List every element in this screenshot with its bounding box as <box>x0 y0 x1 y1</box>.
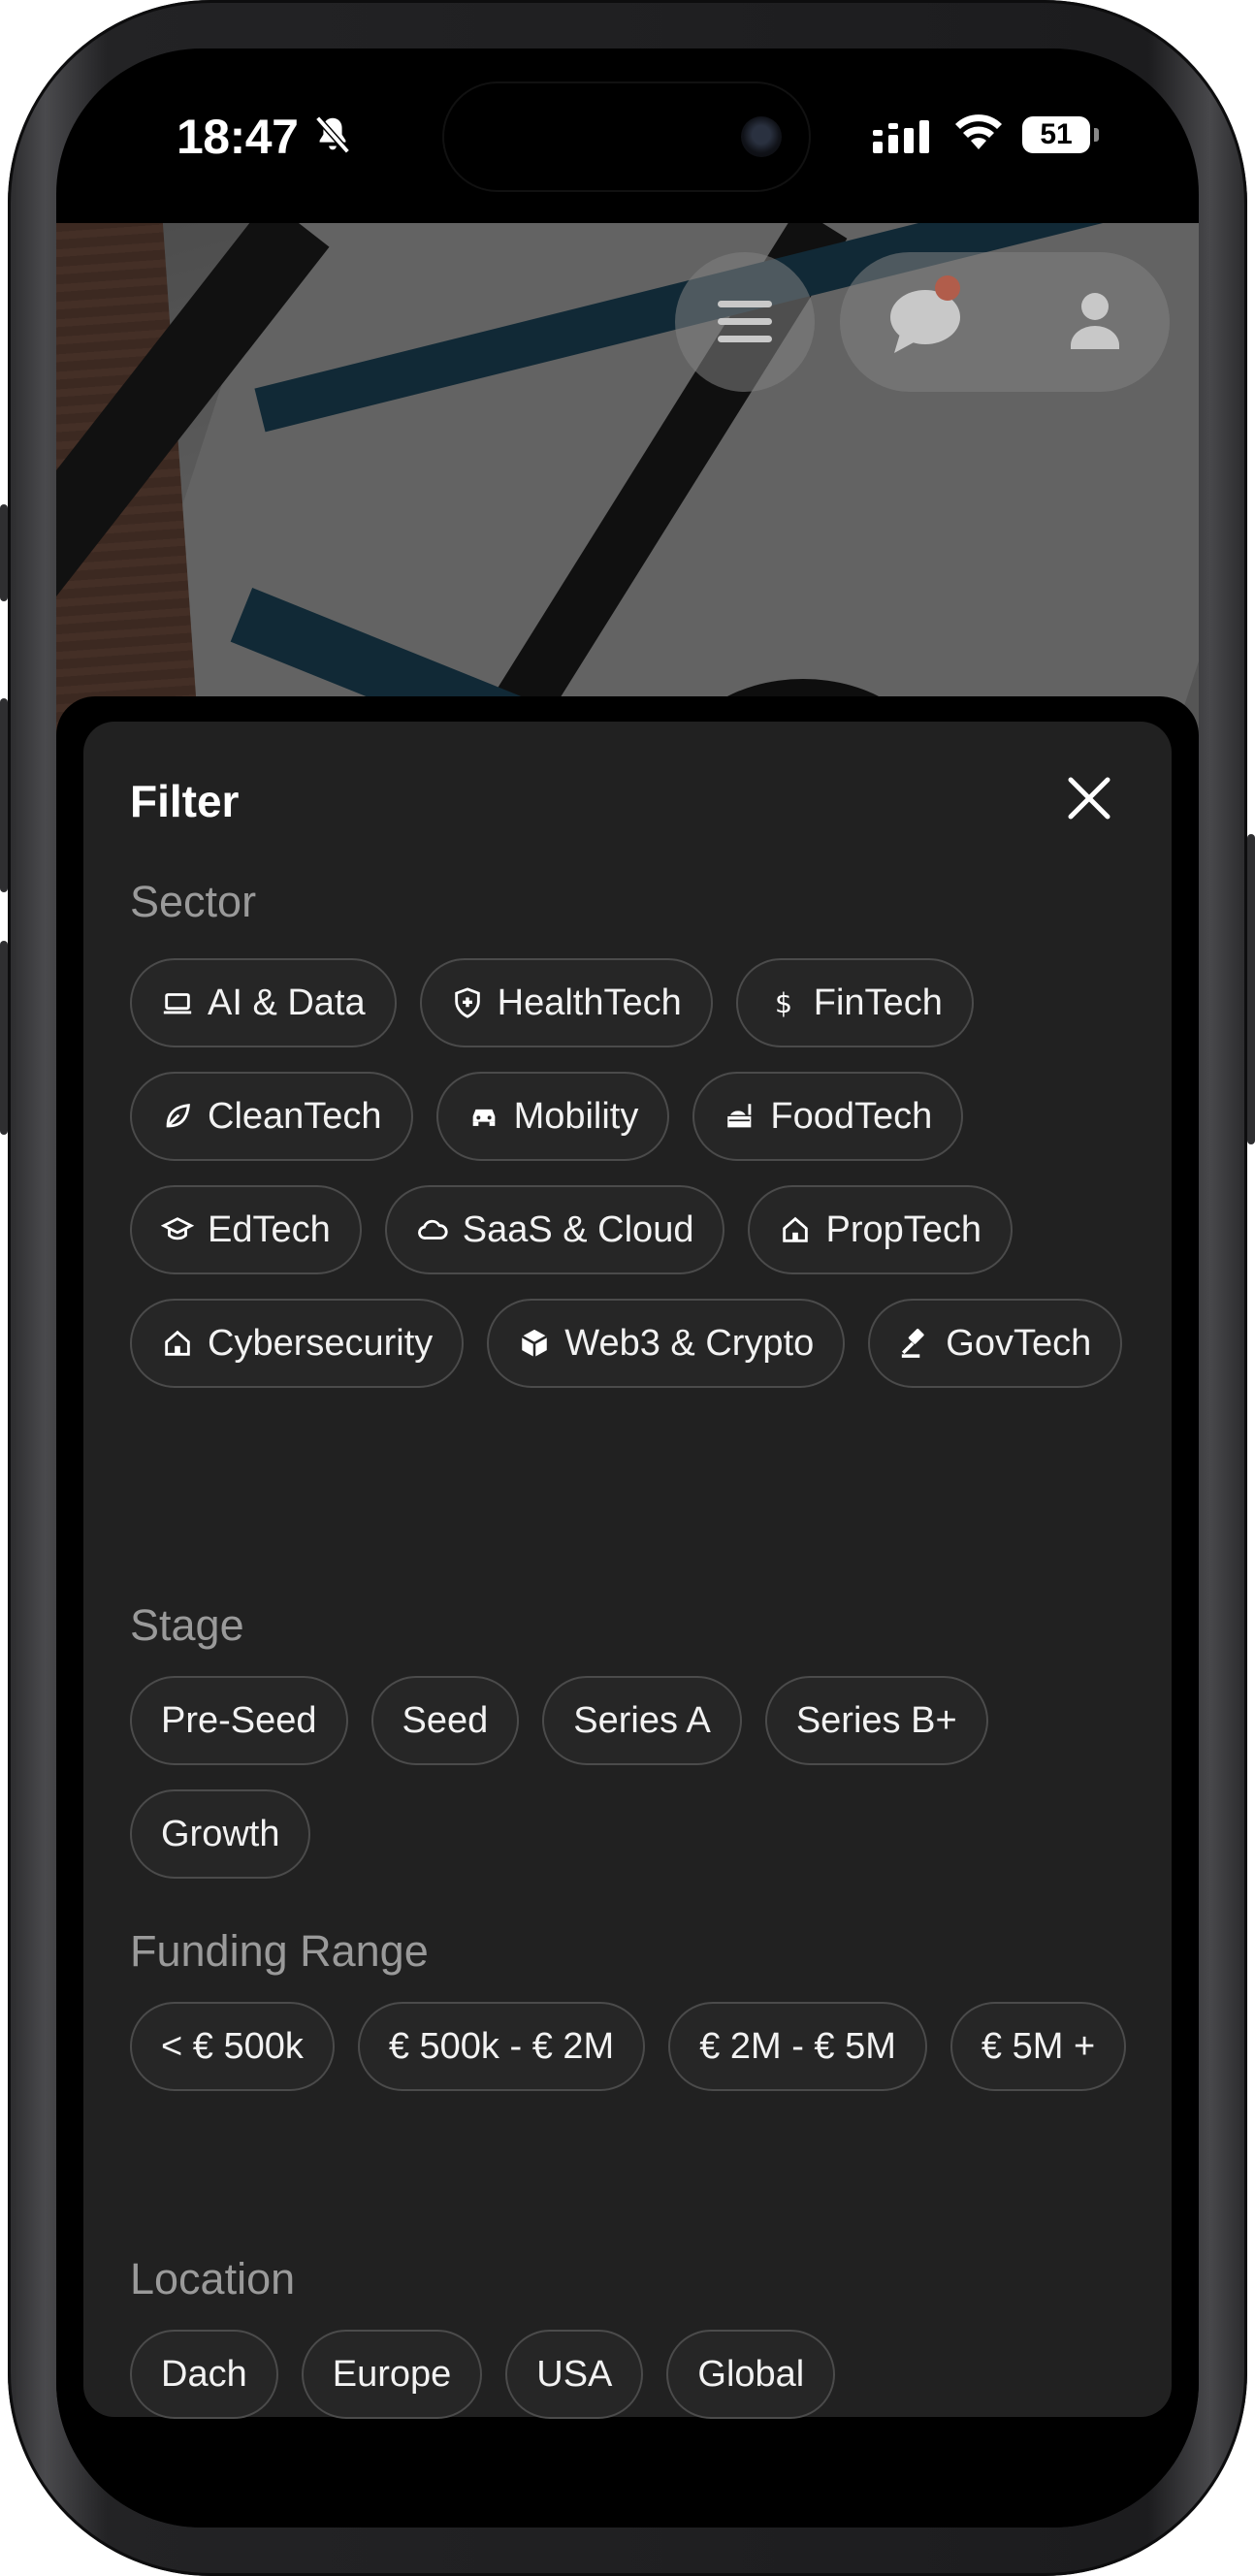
chip-label: FoodTech <box>770 1095 933 1137</box>
bell-muted-icon <box>315 115 350 154</box>
chip-saas-cloud[interactable]: SaaS & Cloud <box>384 1185 725 1274</box>
location-heading: Location <box>130 2254 296 2303</box>
chip-series-a[interactable]: Series A <box>542 1676 742 1765</box>
chip-proptech[interactable]: PropTech <box>748 1185 1014 1274</box>
user-icon[interactable] <box>1061 285 1129 357</box>
stage-heading: Stage <box>130 1600 244 1650</box>
chip-seed[interactable]: Seed <box>370 1676 520 1765</box>
chip-pre-seed[interactable]: Pre-Seed <box>130 1676 348 1765</box>
chip-label: CleanTech <box>208 1095 382 1137</box>
chip-govtech[interactable]: GovTech <box>868 1299 1123 1388</box>
chip-5m-plus[interactable]: € 5M + <box>949 2002 1127 2091</box>
location-chips: Dach Europe USA Global <box>130 2330 1129 2419</box>
cellular-signal-icon <box>873 120 929 153</box>
car-icon <box>472 1109 495 1126</box>
top-nav-pill <box>840 252 1170 392</box>
wifi-icon <box>955 114 1002 149</box>
chip-label: GovTech <box>946 1322 1092 1364</box>
chip-dach[interactable]: Dach <box>130 2330 278 2419</box>
chip-web3-crypto[interactable]: Web3 & Crypto <box>487 1299 846 1388</box>
chip-series-b-plus[interactable]: Series B+ <box>764 1676 988 1765</box>
chip-label: AI & Data <box>208 982 366 1023</box>
gavel-icon <box>902 1328 924 1358</box>
chip-label: Mobility <box>513 1095 639 1137</box>
chip-label: Web3 & Crypto <box>564 1322 815 1364</box>
close-icon[interactable] <box>1065 774 1113 822</box>
filter-title: Filter <box>130 776 240 826</box>
status-bar: 18:47 51 <box>56 48 1199 223</box>
chip-cleantech[interactable]: CleanTech <box>130 1072 413 1161</box>
action-button <box>0 504 8 601</box>
chip-under-500k[interactable]: < € 500k <box>130 2002 335 2091</box>
chip-edtech[interactable]: EdTech <box>130 1185 362 1274</box>
volume-up-button <box>0 698 8 892</box>
cloud-icon <box>417 1219 448 1240</box>
dollar-icon: $ <box>775 987 792 1019</box>
graduation-cap-icon <box>161 1217 194 1240</box>
chip-2m-5m[interactable]: € 2M - € 5M <box>668 2002 927 2091</box>
chip-usa[interactable]: USA <box>505 2330 644 2419</box>
chip-healthtech[interactable]: HealthTech <box>419 958 713 1047</box>
battery-icon: 51 <box>1022 116 1090 153</box>
chip-cybersecurity[interactable]: Cybersecurity <box>130 1299 465 1388</box>
chip-label: HealthTech <box>497 982 682 1023</box>
chip-ai-data[interactable]: AI & Data <box>130 958 397 1047</box>
phone-screen: 18:47 51 Filter Sector AI & Data HealthT… <box>56 48 1199 2528</box>
funding-heading: Funding Range <box>130 1926 429 1976</box>
stage-chips: Pre-Seed Seed Series A Series B+ Growth <box>130 1676 1129 1879</box>
sector-chips: AI & Data HealthTech $ FinTech CleanTech… <box>130 958 1129 1388</box>
cube-icon <box>521 1329 548 1358</box>
menu-button[interactable] <box>675 252 815 392</box>
chip-mobility[interactable]: Mobility <box>435 1072 670 1161</box>
chip-growth[interactable]: Growth <box>130 1789 311 1879</box>
status-time: 18:47 <box>177 110 299 164</box>
funding-chips: < € 500k € 500k - € 2M € 2M - € 5M € 5M … <box>130 2002 1129 2091</box>
laptop-icon <box>163 993 192 1014</box>
sector-heading: Sector <box>130 877 257 926</box>
house-icon <box>165 1330 190 1356</box>
chip-500k-2m[interactable]: € 500k - € 2M <box>357 2002 646 2091</box>
chip-label: SaaS & Cloud <box>462 1208 694 1250</box>
volume-down-button <box>0 941 8 1135</box>
camera-icon <box>741 116 782 157</box>
food-icon <box>727 1104 752 1128</box>
leaf-icon <box>166 1104 190 1128</box>
health-shield-icon <box>454 987 480 1018</box>
dynamic-island <box>444 83 809 190</box>
filter-sheet: Filter Sector AI & Data HealthTech $ Fin… <box>83 722 1172 2419</box>
chip-label: FinTech <box>813 982 943 1023</box>
chip-europe[interactable]: Europe <box>301 2330 483 2419</box>
chip-label: EdTech <box>208 1208 331 1250</box>
chip-fintech[interactable]: $ FinTech <box>735 958 974 1047</box>
chip-global[interactable]: Global <box>666 2330 836 2419</box>
battery-tip <box>1094 128 1099 142</box>
chip-foodtech[interactable]: FoodTech <box>692 1072 964 1161</box>
power-button <box>1247 834 1255 1144</box>
svg-text:$: $ <box>775 987 792 1019</box>
notification-dot <box>935 275 960 301</box>
chip-label: Cybersecurity <box>208 1322 434 1364</box>
house-icon <box>783 1216 809 1242</box>
chip-label: PropTech <box>825 1208 982 1250</box>
